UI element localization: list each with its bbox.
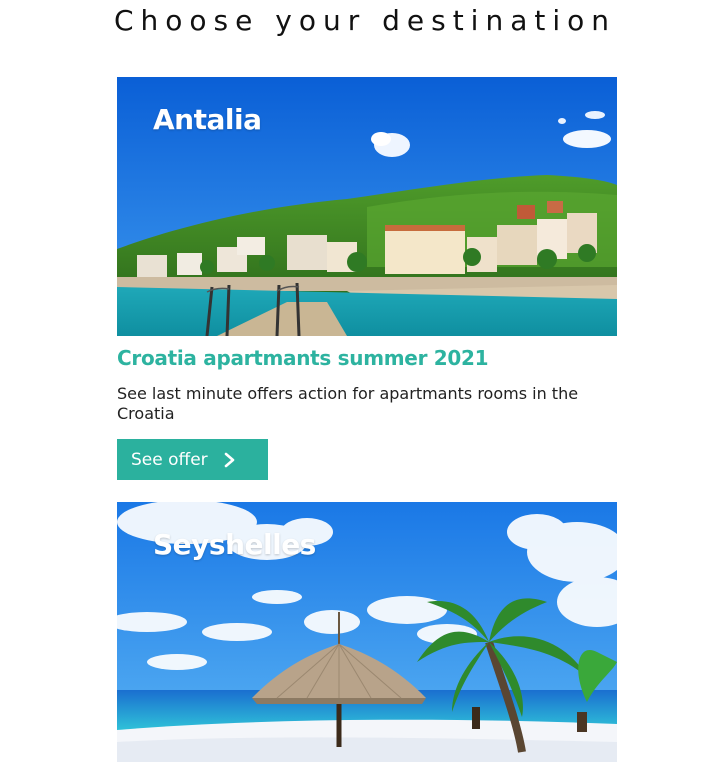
offer-title[interactable]: Croatia apartmants summer 2021 [117, 346, 489, 370]
page: Choose your destination Antalia Croatia … [0, 0, 704, 774]
offer-description: See last minute offers action for apartm… [117, 384, 579, 423]
destination-image-antalia[interactable]: Antalia [117, 77, 617, 336]
destination-image-seyshelles[interactable]: Seyshelles [117, 502, 617, 762]
page-title: Choose your destination [113, 4, 617, 37]
see-offer-button[interactable]: See offer [117, 439, 268, 480]
destination-label: Antalia [153, 103, 262, 136]
chevron-right-icon [224, 452, 236, 468]
destination-label: Seyshelles [153, 528, 316, 561]
see-offer-button-label: See offer [131, 449, 208, 470]
